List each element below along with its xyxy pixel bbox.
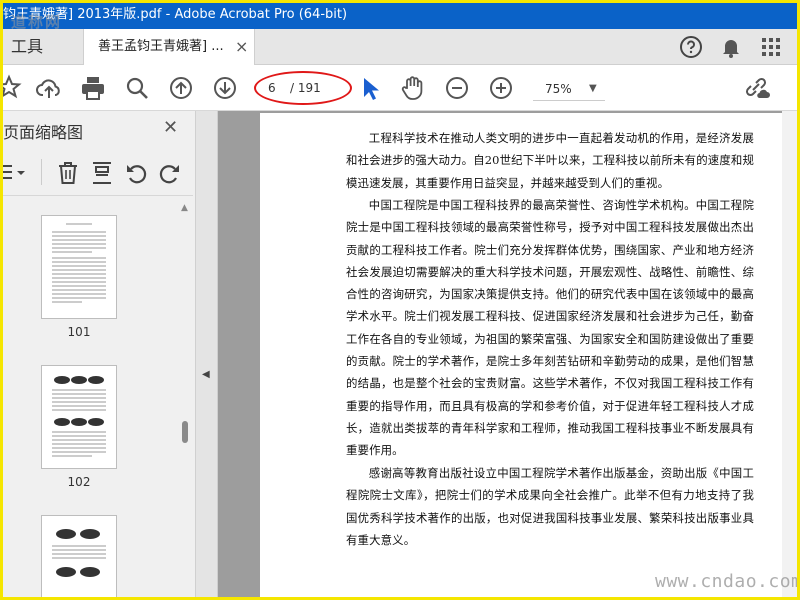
hand-tool-icon[interactable] bbox=[399, 74, 427, 102]
zoom-out-icon[interactable] bbox=[443, 74, 471, 102]
thumbnail-scrollbar[interactable]: ▲ bbox=[179, 203, 191, 595]
zoom-value: 75% bbox=[545, 82, 572, 96]
panel-collapse-strip[interactable]: ◀ bbox=[196, 111, 218, 597]
collapse-left-icon[interactable]: ◀ bbox=[202, 369, 210, 380]
thumbnail-page-number: 101 bbox=[67, 325, 91, 339]
bell-icon[interactable] bbox=[719, 35, 743, 59]
thumbnail-page-number: 102 bbox=[67, 475, 91, 489]
window-title-bar: 钧王青娥著] 2013年版.pdf - Adobe Acrobat Pro (6… bbox=[3, 3, 797, 29]
print-icon[interactable] bbox=[79, 74, 107, 102]
watermark-bottom-right: www.cndao.com bbox=[655, 571, 797, 592]
panel-divider bbox=[3, 195, 193, 196]
thumbnail-toolbar bbox=[3, 155, 193, 191]
trash-icon[interactable] bbox=[57, 161, 79, 185]
select-cursor-icon[interactable] bbox=[355, 74, 383, 102]
insert-page-icon[interactable] bbox=[91, 161, 113, 185]
star-icon[interactable] bbox=[3, 74, 23, 102]
zoom-select[interactable]: 75% ▼ bbox=[533, 77, 605, 101]
scroll-thumb[interactable] bbox=[182, 421, 188, 443]
page-thumbnails-panel: 页面缩略图 ✕ 101 102 ▲ bbox=[3, 111, 196, 597]
page-thumbnail[interactable] bbox=[41, 365, 117, 469]
tab-tools[interactable]: 工具 bbox=[3, 29, 75, 65]
tab-document[interactable]: 善王孟钧王青娥著] ... bbox=[83, 29, 255, 66]
acrobat-window: 钧王青娥著] 2013年版.pdf - Adobe Acrobat Pro (6… bbox=[3, 3, 797, 597]
link-cloud-icon[interactable] bbox=[743, 74, 771, 102]
page-down-icon[interactable] bbox=[211, 74, 239, 102]
page-up-icon[interactable] bbox=[167, 74, 195, 102]
close-icon[interactable]: ✕ bbox=[163, 117, 178, 138]
paragraph: 中国工程院是中国工程科技界的最高荣誉性、咨询性学术机构。中国工程院院士是中国工程… bbox=[346, 198, 754, 458]
document-scrollbar[interactable] bbox=[782, 111, 797, 597]
panel-title: 页面缩略图 bbox=[3, 123, 84, 142]
rotate-left-icon[interactable] bbox=[125, 161, 149, 185]
tab-document-label: 善王孟钧王青娥著] ... bbox=[98, 39, 224, 54]
help-icon[interactable] bbox=[679, 35, 703, 59]
tab-bar: 工具 善王孟钧王青娥著] ... × bbox=[3, 29, 797, 66]
main-toolbar: 6 / 191 75% ▼ bbox=[3, 65, 797, 111]
apps-grid-icon[interactable] bbox=[759, 35, 783, 59]
page-thumbnail[interactable] bbox=[41, 515, 117, 597]
document-view: 工程科学技术在推动人类文明的进步中一直起着发动机的作用，是经济发展和社会进步的强… bbox=[218, 111, 797, 597]
scroll-up-icon[interactable]: ▲ bbox=[181, 203, 188, 213]
search-icon[interactable] bbox=[123, 74, 151, 102]
paragraph: 感谢高等教育出版社设立中国工程院学术著作出版基金，资助出版《中国工程院院士文库》… bbox=[346, 466, 754, 547]
window-title: 钧王青娥著] 2013年版.pdf - Adobe Acrobat Pro (6… bbox=[3, 7, 348, 22]
zoom-in-icon[interactable] bbox=[487, 74, 515, 102]
page-thumbnail[interactable] bbox=[41, 215, 117, 319]
pdf-page: 工程科学技术在推动人类文明的进步中一直起着发动机的作用，是经济发展和社会进步的强… bbox=[260, 113, 786, 597]
paragraph: 工程科学技术在推动人类文明的进步中一直起着发动机的作用，是经济发展和社会进步的强… bbox=[346, 131, 754, 190]
cloud-upload-icon[interactable] bbox=[35, 74, 63, 102]
rotate-right-icon[interactable] bbox=[157, 161, 181, 185]
red-highlight-ellipse bbox=[254, 71, 352, 105]
options-menu-icon[interactable] bbox=[3, 163, 29, 183]
toolbar-divider bbox=[41, 159, 42, 185]
chevron-down-icon: ▼ bbox=[589, 83, 597, 94]
tab-close-icon[interactable]: × bbox=[235, 29, 248, 65]
